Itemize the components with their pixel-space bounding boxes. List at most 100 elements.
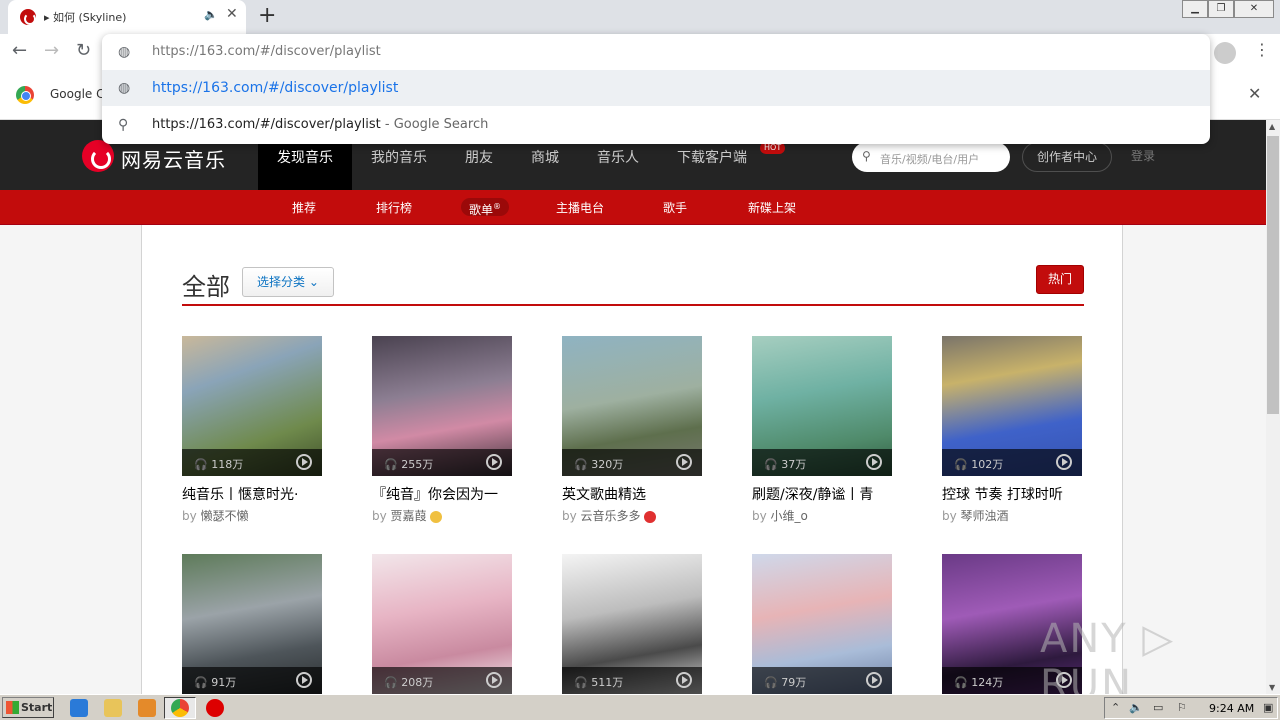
creator-center-button[interactable]: 创作者中心 [1022,142,1112,172]
playlist-name[interactable]: 英文歌曲精选 [562,484,702,504]
tab-title: ▸ 如何 (Skyline) [44,11,127,24]
forward-icon[interactable]: → [44,40,59,61]
playlist-cover[interactable]: 🎧 208万 [372,554,512,694]
playlist-author[interactable]: 懒瑟不懒 [201,509,249,523]
netease-favicon-icon [20,9,36,25]
cover-info-bar: 🎧 102万 [942,449,1082,476]
browser-tab[interactable]: ▸ 如何 (Skyline) 🔈 ✕ [8,0,246,34]
play-icon[interactable] [486,454,502,470]
playlist-card[interactable]: 🎧 208万 [372,554,512,694]
playlist-author[interactable]: 云音乐多多 [581,509,641,523]
stop-icon[interactable] [206,699,224,717]
scroll-thumb[interactable] [1267,136,1279,414]
volume-icon[interactable]: 🔈 [1129,701,1143,714]
cover-info-bar: 🎧 79万 [752,667,892,694]
minimize-button[interactable]: ▁ [1182,0,1208,18]
back-icon[interactable]: ← [12,40,27,61]
play-icon[interactable] [866,672,882,688]
playlist-name[interactable]: 刷题/深夜/静谧丨青 [752,484,892,504]
folder-icon[interactable] [104,699,122,717]
logo-text[interactable]: 网易云音乐 [121,144,226,173]
category-select-button[interactable]: 选择分类 ⌄ [242,267,334,297]
cover-info-bar: 🎧 320万 [562,449,702,476]
playlist-cover[interactable]: 🎧 118万 [182,336,322,476]
playlist-author[interactable]: 贾嘉葭 [391,509,427,523]
playlist-cover[interactable]: 🎧 37万 [752,336,892,476]
playlist-card[interactable]: 🎧 118万 纯音乐丨惬意时光· by 懒瑟不懒 [182,336,322,524]
playlist-name[interactable]: 『纯音』你会因为一 [372,484,512,504]
play-icon[interactable] [1056,454,1072,470]
playlist-cover[interactable]: 🎧 91万 [182,554,322,694]
subnav-charts[interactable]: 排行榜 [376,199,412,216]
playlist-card[interactable]: 🎧 79万 [752,554,892,694]
chrome-taskbar-button[interactable] [164,697,196,719]
scroll-up-icon[interactable]: ▲ [1269,122,1275,131]
playlist-card[interactable]: 🎧 102万 控球 节奏 打球时听 by 琴师浊酒 [942,336,1082,524]
playlist-cover[interactable]: 🎧 511万 [562,554,702,694]
suggestion-search[interactable]: ⚲ https://163.com/#/discover/playlist - … [102,107,1210,143]
playlist-card[interactable]: 🎧 37万刷题/深夜/静谧丨青 by 小维_o [752,336,892,524]
playlist-author[interactable]: 琴师浊酒 [961,509,1009,523]
close-window-button[interactable]: ✕ [1234,0,1274,18]
play-count-value: 91万 [211,676,237,689]
playlist-card[interactable]: 🎧 511万 [562,554,702,694]
suggestion-url[interactable]: ◍ https://163.com/#/discover/playlist [102,70,1210,106]
category-label: 选择分类 [257,275,306,289]
main-content: 全部 选择分类 ⌄ 热门 🎧 118万纯音乐丨惬意时光· by 懒瑟不懒 🎧 255… [141,225,1123,695]
subnav-playlists[interactable]: 歌单® [461,198,510,217]
playlist-cover[interactable]: 🎧 320万 [562,336,702,476]
restore-button[interactable]: ❐ [1208,0,1234,18]
cover-info-bar: 🎧 208万 [372,667,512,694]
subnav-new-albums[interactable]: 新碟上架 [748,199,796,216]
flag-icon[interactable]: ⚐ [1177,701,1187,714]
play-count: 🎧 102万 [954,456,1003,472]
infobar-close-icon[interactable]: ✕ [1248,84,1261,103]
start-button[interactable]: Start [2,697,54,718]
play-icon[interactable] [296,454,312,470]
play-icon[interactable] [676,672,692,688]
tray-arrow-icon[interactable]: ⌃ [1111,701,1120,714]
playlist-card[interactable]: 🎧 255万 『纯音』你会因为一 by 贾嘉葭 [372,336,512,524]
page-scrollbar[interactable]: ▲ ▼ [1266,120,1280,694]
hot-sort-button[interactable]: 热门 [1036,265,1084,294]
headphones-icon: 🎧 [194,676,212,689]
cover-info-bar: 🎧 37万 [752,449,892,476]
play-icon[interactable] [676,454,692,470]
playlist-name[interactable]: 纯音乐丨惬意时光· [182,484,322,504]
playlist-card[interactable]: 🎧 91万 [182,554,322,694]
new-tab-button[interactable]: + [258,3,276,29]
playlist-card[interactable]: 🎧 320万 英文歌曲精选 by 云音乐多多 [562,336,702,524]
login-link[interactable]: 登录 [1131,147,1155,164]
subnav-recommend[interactable]: 推荐 [292,199,316,216]
show-desktop-icon[interactable]: ▣ [1263,701,1273,714]
speaker-icon[interactable]: 🔈 [204,8,218,21]
menu-icon[interactable]: ⋮ [1254,40,1270,59]
cover-info-bar: 🎧 511万 [562,667,702,694]
address-bar[interactable]: ◍ https://163.com/#/discover/playlist [102,34,1210,70]
play-icon[interactable] [296,672,312,688]
network-icon[interactable]: ▭ [1153,701,1163,714]
start-label: Start [21,701,53,714]
play-count-value: 208万 [401,676,434,689]
profile-avatar[interactable] [1214,42,1236,64]
address-input[interactable]: https://163.com/#/discover/playlist [152,44,381,59]
taskbar: Start ⌃ 🔈 ▭ ⚐ 9:24 AM ▣ [0,694,1280,720]
subnav-radio[interactable]: 主播电台 [556,199,604,216]
ie-icon[interactable] [70,699,88,717]
subnav-artists[interactable]: 歌手 [663,199,687,216]
playlist-cover[interactable]: 🎧 255万 [372,336,512,476]
playlist-name[interactable]: 控球 节奏 打球时听 [942,484,1082,504]
headphones-icon: 🎧 [194,458,212,471]
playlist-author[interactable]: 小维_o [771,509,808,523]
playlist-cover[interactable]: 🎧 102万 [942,336,1082,476]
reload-icon[interactable]: ↻ [76,40,91,61]
play-icon[interactable] [866,454,882,470]
site-search[interactable]: ⚲ 音乐/视频/电台/用户 [852,142,1010,172]
play-icon[interactable] [486,672,502,688]
media-player-icon[interactable] [138,699,156,717]
playlist-cover[interactable]: 🎧 79万 [752,554,892,694]
page-title: 全部 [182,273,230,301]
tab-close-icon[interactable]: ✕ [226,6,238,22]
by-label: by [752,509,767,523]
netease-logo-icon[interactable] [82,140,114,172]
